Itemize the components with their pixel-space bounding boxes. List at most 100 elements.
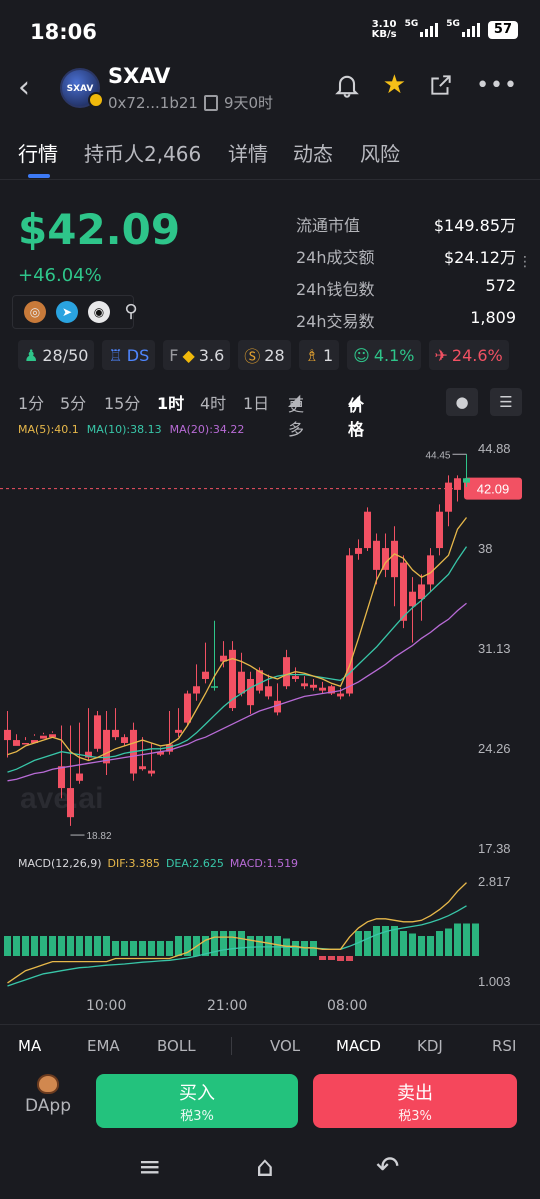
search-icon[interactable]: ⚲	[120, 301, 142, 323]
chef-icon: ♖	[108, 345, 123, 365]
indicator-bar: MA EMA BOLL VOL MACD KDJ RSI	[0, 1024, 540, 1066]
rocket-icon: ✈	[434, 345, 448, 365]
token-logo: SXAV	[60, 68, 104, 108]
ma10-label: MA(10):38.13	[86, 423, 162, 436]
tab-market[interactable]: 行情	[18, 138, 58, 167]
macd-bar	[49, 936, 56, 956]
macd-bar	[157, 941, 164, 956]
dapp-button[interactable]: DApp	[22, 1074, 74, 1116]
menu-icon[interactable]: ≡	[138, 1150, 161, 1183]
candle-body	[373, 540, 380, 570]
stat-value: 572	[485, 276, 516, 295]
price-chart[interactable]: ave.ai44.883831.1324.2617.3842.0944.4518…	[0, 436, 540, 996]
candle-body	[94, 715, 101, 749]
macd-bar	[139, 941, 146, 956]
macd-bar	[472, 923, 479, 956]
net2-label: 5G	[446, 19, 460, 29]
holders-value: 28/50	[42, 345, 89, 365]
tab-risk[interactable]: 风险	[360, 138, 400, 167]
chart-style-icon[interactable]: ●	[446, 388, 478, 416]
trophy-chip[interactable]: ♗ 1	[298, 340, 340, 370]
indicator-ema[interactable]: EMA	[87, 1037, 120, 1055]
tab-holders[interactable]: 持币人2,466	[84, 138, 201, 167]
holders-chip[interactable]: ♟ 28/50	[18, 340, 95, 370]
interval-5m[interactable]: 5分	[60, 390, 86, 414]
macd-bar	[94, 936, 101, 956]
telegram-icon[interactable]: ➤	[56, 301, 78, 323]
macd-bar	[67, 936, 74, 956]
candle-body	[337, 693, 344, 697]
macd-bar	[130, 941, 137, 956]
candle-body	[103, 729, 110, 764]
sell-button[interactable]: 卖出 税3%	[313, 1074, 517, 1128]
star-icon[interactable]: ★	[383, 70, 406, 100]
ma-legend: MA(5):40.1 MA(10):38.13 MA(20):34.22	[18, 423, 244, 436]
trophy-value: 1	[322, 345, 334, 365]
time-label: 10:00	[86, 998, 127, 1014]
chart-settings-icon[interactable]: ☰	[490, 388, 522, 416]
interval-1h[interactable]: 1时	[157, 390, 184, 414]
macd-bar	[409, 933, 416, 956]
indicator-ma[interactable]: MA	[18, 1037, 41, 1055]
face-chip[interactable]: ☺ 4.1%	[347, 340, 421, 370]
sell-label: 卖出	[397, 1083, 433, 1104]
rocket-value: 24.6%	[451, 345, 503, 365]
fourmeme-chip[interactable]: F ◆ 3.6	[163, 340, 231, 370]
indicator-boll[interactable]: BOLL	[157, 1037, 196, 1055]
interval-1d[interactable]: 1日	[243, 390, 269, 414]
candle-body	[121, 737, 128, 743]
candle-body	[301, 683, 308, 687]
side-more-icon[interactable]: ⋮	[518, 255, 532, 269]
indicator-rsi[interactable]: RSI	[492, 1037, 516, 1055]
interval-15m[interactable]: 15分	[104, 390, 140, 414]
price-change: +46.04%	[18, 265, 102, 286]
bag-chip[interactable]: Ⓢ 28	[238, 340, 291, 370]
tab-details[interactable]: 详情	[228, 138, 268, 167]
macd-bar	[166, 941, 173, 956]
net1-label: 5G	[404, 19, 419, 29]
candle-body	[409, 591, 416, 607]
indicator-vol[interactable]: VOL	[270, 1037, 300, 1055]
ds-chip[interactable]: ♖ DS	[102, 340, 156, 370]
rocket-chip[interactable]: ✈ 24.6%	[428, 340, 509, 370]
candle-body	[418, 584, 425, 599]
copy-icon[interactable]	[203, 94, 218, 111]
share-icon[interactable]	[428, 72, 454, 98]
token-stats: 流通市值 $149.85万 24h成交额 $24.12万 24h钱包数 572 24h…	[296, 212, 516, 340]
more-icon[interactable]: •••	[476, 73, 518, 98]
status-icons: 3.10 KB/s 5G 5G 57	[372, 19, 518, 40]
stat-label: 24h钱包数	[296, 280, 375, 299]
home-icon[interactable]: ⌂	[256, 1150, 274, 1183]
time-axis: 10:00 21:00 08:00	[0, 998, 540, 1018]
tab-activity[interactable]: 动态	[293, 138, 333, 167]
candle-body	[391, 540, 398, 578]
signal-icon: 5G	[405, 19, 439, 37]
buy-button[interactable]: 买入 税3%	[96, 1074, 298, 1128]
macd-bar	[40, 936, 47, 956]
interval-1m[interactable]: 1分	[18, 390, 44, 414]
macd-bar	[292, 941, 299, 956]
token-age: 9天0时	[223, 94, 274, 112]
candle-body	[310, 684, 317, 688]
macd-bar	[265, 936, 272, 956]
token-address[interactable]: 0x72...1b21	[108, 94, 198, 112]
interval-bar: 1分 5分 15分 1时 4时 1日 更多 ◢ 价格 ◢ ● ☰	[18, 388, 528, 439]
user-icon: ♟	[24, 345, 39, 365]
indicator-macd[interactable]: MACD	[336, 1037, 381, 1055]
metric-chips: ♟ 28/50 ♖ DS F ◆ 3.6 Ⓢ 28 ♗ 1 ☺ 4.1% ✈ 24.6%	[18, 340, 509, 370]
coins-icon[interactable]: ◎	[24, 301, 46, 323]
ds-label: DS	[126, 345, 150, 365]
stat-label: 24h成交额	[296, 248, 375, 267]
indicator-kdj[interactable]: KDJ	[417, 1037, 443, 1055]
interval-more[interactable]: 更多 ◢	[288, 390, 304, 439]
qq-icon[interactable]: ◉	[88, 301, 110, 323]
tab-bar: 行情 持币人2,466 详情 动态 风险	[0, 130, 540, 180]
bell-icon[interactable]	[333, 71, 361, 99]
back-nav-icon[interactable]: ↶	[376, 1150, 399, 1183]
back-icon[interactable]: ‹	[18, 70, 30, 105]
interval-4h[interactable]: 4时	[200, 390, 226, 414]
candle-body	[202, 671, 209, 679]
candle-body	[112, 729, 119, 738]
price-mode[interactable]: 价格 ◢	[348, 390, 364, 439]
macd-dif: DIF:3.385	[107, 857, 160, 870]
